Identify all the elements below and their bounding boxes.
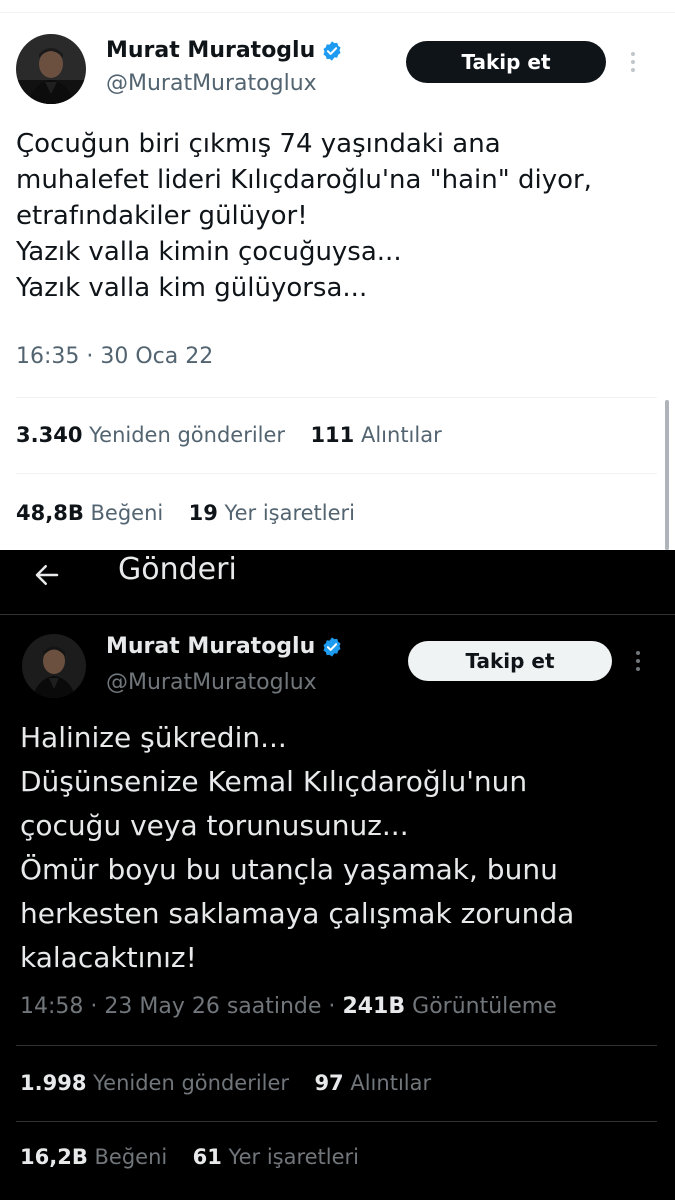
quote-label[interactable]: Alıntılar	[350, 1071, 431, 1095]
divider	[0, 614, 675, 615]
divider	[16, 397, 657, 398]
tweet-timestamp[interactable]: 16:35 · 30 Oca 22	[16, 344, 213, 369]
follow-button[interactable]: Takip et	[408, 641, 612, 681]
tweet-text: Halinize şükredin... Düşünsenize Kemal K…	[20, 721, 575, 974]
retweet-label[interactable]: Yeniden gönderiler	[93, 1071, 289, 1095]
bookmark-count[interactable]: 61	[193, 1145, 222, 1169]
retweet-label[interactable]: Yeniden gönderiler	[89, 423, 285, 447]
tweet-text: Çocuğun biri çıkmış 74 yaşındaki ana muh…	[16, 129, 592, 303]
retweet-count[interactable]: 1.998	[20, 1071, 86, 1095]
light-tweet-screenshot: Murat Muratoglu @MuratMuratoglux Takip e…	[0, 0, 675, 550]
quote-count[interactable]: 111	[310, 423, 354, 447]
post-header: Gönderi	[0, 550, 675, 614]
author-name[interactable]: Murat Muratoglu	[106, 634, 315, 659]
avatar[interactable]	[22, 634, 86, 698]
bookmark-count[interactable]: 19	[189, 501, 218, 525]
tweet-timestamp[interactable]: 14:58 · 23 May 26 saatinde ·	[20, 994, 335, 1019]
like-count[interactable]: 48,8B	[16, 501, 84, 525]
like-count[interactable]: 16,2B	[20, 1145, 88, 1169]
author-handle[interactable]: @MuratMuratoglux	[106, 71, 317, 96]
like-label[interactable]: Beğeni	[95, 1145, 168, 1169]
author-handle[interactable]: @MuratMuratoglux	[106, 670, 317, 695]
more-options-icon[interactable]	[628, 52, 638, 72]
verified-badge-icon	[323, 636, 341, 657]
verified-badge-icon	[323, 40, 341, 61]
divider	[16, 1045, 657, 1046]
more-options-icon[interactable]	[633, 651, 643, 671]
top-divider	[0, 12, 675, 13]
quote-label[interactable]: Alıntılar	[361, 423, 442, 447]
page-title: Gönderi	[118, 552, 237, 587]
bookmark-label[interactable]: Yer işaretleri	[225, 501, 355, 525]
arrow-left-icon[interactable]	[32, 560, 62, 590]
retweet-count[interactable]: 3.340	[16, 423, 82, 447]
view-count: 241B	[342, 994, 406, 1019]
quote-count[interactable]: 97	[314, 1071, 343, 1095]
view-label: Görüntüleme	[412, 994, 557, 1019]
scrollbar[interactable]	[665, 400, 669, 550]
divider	[16, 473, 657, 474]
author-name[interactable]: Murat Muratoglu	[106, 38, 315, 63]
like-label[interactable]: Beğeni	[91, 501, 164, 525]
dark-tweet-screenshot: Gönderi Murat Muratoglu @MuratMuratoglux…	[0, 550, 675, 1200]
bookmark-label[interactable]: Yer işaretleri	[229, 1145, 359, 1169]
divider	[16, 1121, 657, 1122]
follow-button[interactable]: Takip et	[406, 41, 606, 83]
avatar[interactable]	[16, 34, 86, 104]
